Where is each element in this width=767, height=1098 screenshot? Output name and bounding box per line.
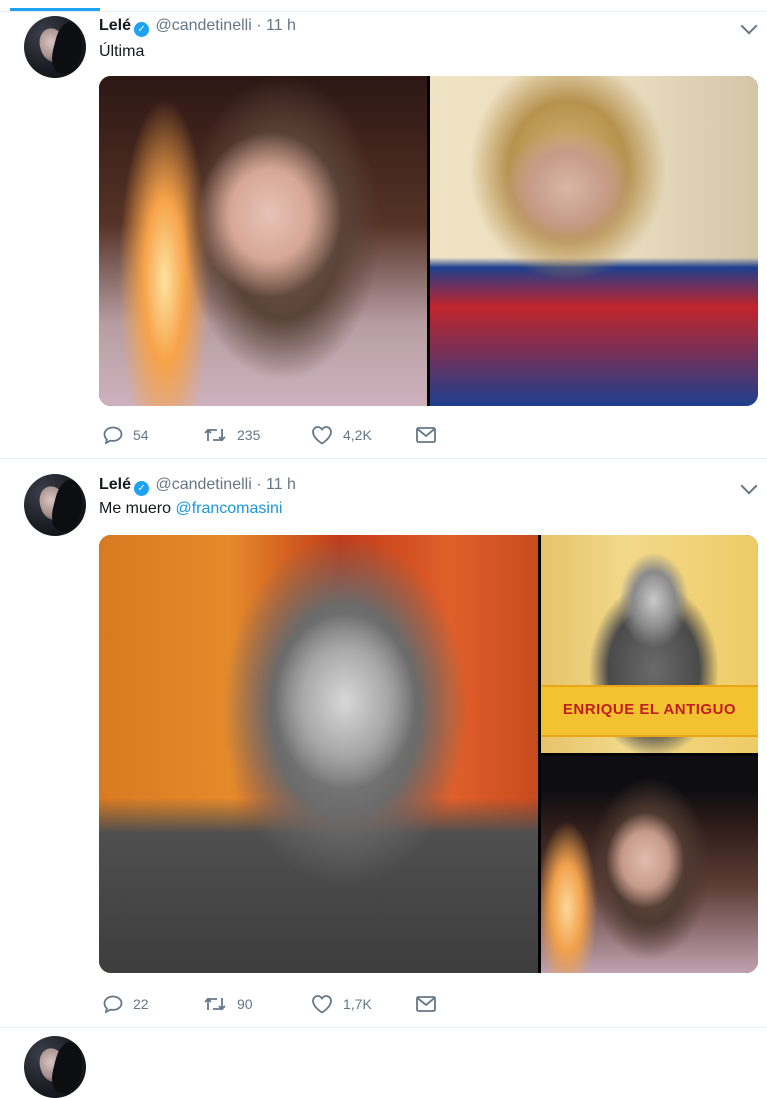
avatar[interactable] <box>24 1036 86 1098</box>
tweet[interactable]: Lelé ✓ @candetinelli · 11 h Última 54 235… <box>0 12 767 459</box>
like-count: 4,2K <box>343 427 372 443</box>
action-bar: 22 90 1,7K <box>99 993 499 1015</box>
user-handle[interactable]: @candetinelli <box>155 476 251 493</box>
timestamp[interactable]: 11 h <box>266 476 296 493</box>
separator: · <box>256 17 262 34</box>
like-icon <box>312 426 332 445</box>
dm-icon <box>416 427 436 443</box>
mention-link[interactable]: @francomasini <box>175 500 282 517</box>
video-caption-banner: ENRIQUE EL ANTIGUO <box>541 685 758 737</box>
retweet-button[interactable]: 235 <box>203 424 260 446</box>
chevron-down-icon[interactable] <box>740 477 758 495</box>
tweet-body: Última <box>99 43 145 60</box>
retweet-count: 90 <box>237 996 253 1012</box>
reply-icon <box>103 426 123 444</box>
reply-button[interactable]: 22 <box>103 993 149 1015</box>
timestamp[interactable]: 11 h <box>266 17 296 34</box>
retweet-button[interactable]: 90 <box>203 993 253 1015</box>
user-handle[interactable]: @candetinelli <box>155 17 251 34</box>
tweet-text: Me muero @francomasini <box>99 499 282 519</box>
chevron-down-icon[interactable] <box>740 17 758 35</box>
like-button[interactable]: 1,7K <box>311 993 372 1015</box>
tweet-body: Me muero <box>99 500 176 517</box>
separator: · <box>256 476 262 493</box>
verified-badge-icon: ✓ <box>134 22 150 37</box>
photo[interactable] <box>430 76 758 406</box>
reply-button[interactable]: 54 <box>103 424 149 446</box>
action-bar: 54 235 4,2K <box>99 424 499 446</box>
dm-button[interactable] <box>415 424 437 446</box>
reply-count: 22 <box>133 996 149 1012</box>
like-icon <box>312 995 332 1014</box>
photo[interactable] <box>99 535 538 973</box>
dm-icon <box>416 996 436 1012</box>
dm-button[interactable] <box>415 993 437 1015</box>
avatar[interactable] <box>24 16 86 78</box>
display-name[interactable]: Lelé <box>99 476 131 493</box>
tweet[interactable]: Lelé ✓ @candetinelli · 11 h Me muero @fra… <box>0 459 767 1028</box>
photo[interactable]: ENRIQUE EL ANTIGUO <box>541 535 758 753</box>
media-grid[interactable] <box>99 76 758 406</box>
display-name[interactable]: Lelé <box>99 17 131 34</box>
tweet-text: Última <box>99 42 144 62</box>
reply-count: 54 <box>133 427 149 443</box>
tweet-header: Lelé ✓ @candetinelli · 11 h <box>99 475 296 496</box>
avatar[interactable] <box>24 474 86 536</box>
media-grid[interactable]: ENRIQUE EL ANTIGUO <box>99 535 758 973</box>
retweet-icon <box>204 428 226 442</box>
tweet-header: Lelé ✓ @candetinelli · 11 h <box>99 16 296 37</box>
photo[interactable] <box>541 756 758 973</box>
retweet-icon <box>204 997 226 1011</box>
reply-icon <box>103 995 123 1013</box>
like-button[interactable]: 4,2K <box>311 424 372 446</box>
photo[interactable] <box>99 76 427 406</box>
like-count: 1,7K <box>343 996 372 1012</box>
verified-badge-icon: ✓ <box>134 481 150 496</box>
retweet-count: 235 <box>237 427 261 443</box>
